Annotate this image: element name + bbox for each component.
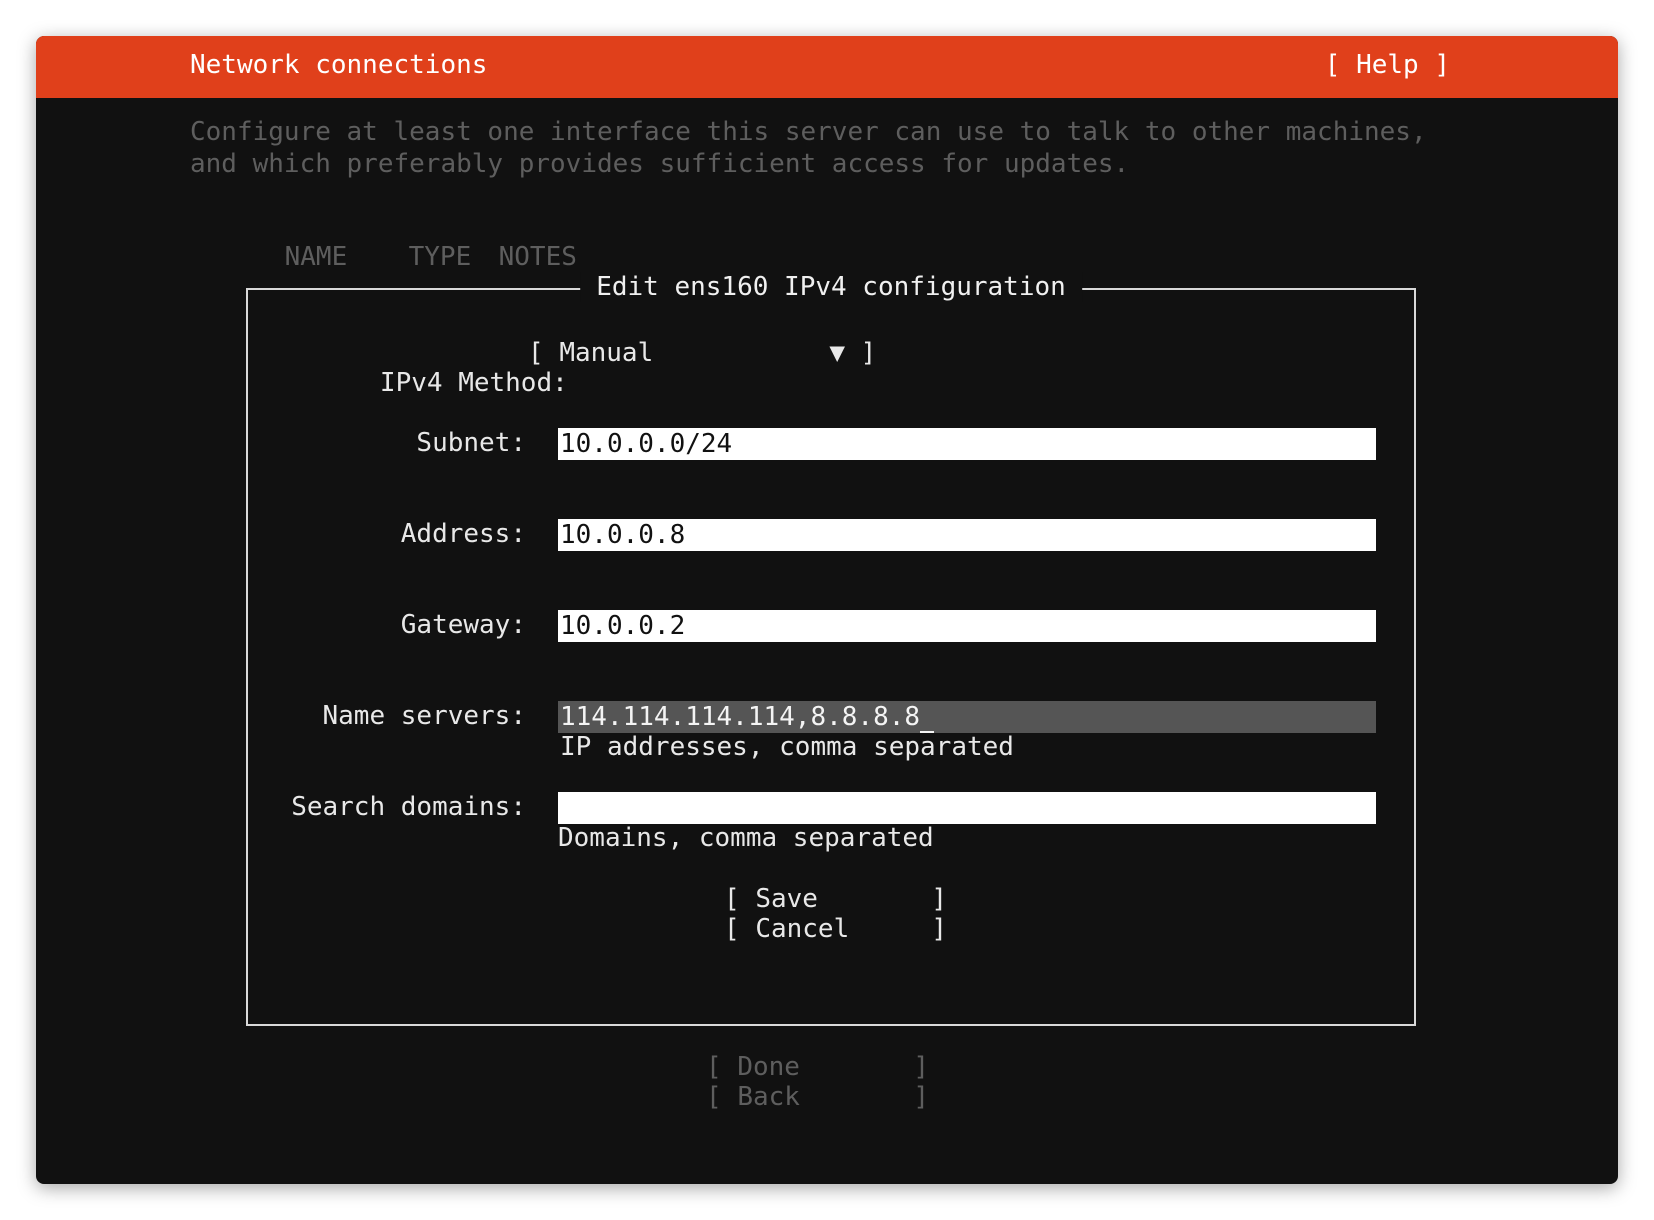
name-servers-label: Name servers: bbox=[322, 701, 527, 731]
done-button[interactable]: [ Done] bbox=[706, 1052, 929, 1082]
help-button[interactable]: [ Help ] bbox=[1325, 50, 1450, 80]
cancel-button-label: Cancel bbox=[755, 914, 850, 944]
back-button[interactable]: [ Back] bbox=[706, 1082, 929, 1112]
column-name: NAME bbox=[284, 242, 348, 272]
address-label: Address: bbox=[400, 519, 526, 549]
back-button-label: Back bbox=[737, 1082, 800, 1112]
subnet-field[interactable]: 10.0.0.0/24 bbox=[558, 428, 1376, 460]
save-button[interactable]: [ Save] bbox=[724, 884, 947, 914]
search-domains-hint: Domains, comma separated bbox=[558, 823, 934, 853]
method-close-bracket: ] bbox=[860, 338, 877, 368]
gateway-label: Gateway: bbox=[400, 610, 526, 640]
text-cursor bbox=[920, 710, 935, 733]
description-line-2: and which preferably provides sufficient… bbox=[190, 149, 1130, 179]
address-field[interactable]: 10.0.0.8 bbox=[558, 519, 1376, 551]
chevron-down-icon: ▼ bbox=[829, 338, 845, 368]
method-value: Manual bbox=[559, 338, 654, 368]
search-domains-field[interactable] bbox=[558, 792, 1376, 824]
header-bar: Network connections [ Help ] bbox=[36, 36, 1618, 98]
search-domains-label: Search domains: bbox=[291, 792, 526, 822]
ipv4-method-label: IPv4 Method: bbox=[379, 368, 568, 398]
description-line-1: Configure at least one interface this se… bbox=[190, 117, 1427, 147]
name-servers-hint: IP addresses, comma separated bbox=[560, 732, 1014, 762]
cancel-button[interactable]: [ Cancel] bbox=[724, 914, 947, 944]
name-servers-value: 114.114.114.114,8.8.8.8 bbox=[560, 702, 921, 732]
gateway-field[interactable]: 10.0.0.2 bbox=[558, 610, 1376, 642]
installer-window: Network connections [ Help ] Configure a… bbox=[36, 36, 1618, 1184]
ipv4-config-dialog: Edit ens160 IPv4 configuration IPv4 Meth… bbox=[246, 272, 1416, 1026]
description: Configure at least one interface this se… bbox=[190, 116, 1427, 180]
subnet-label: Subnet: bbox=[416, 428, 526, 458]
done-button-label: Done bbox=[737, 1052, 800, 1082]
column-notes: NOTES bbox=[498, 242, 577, 272]
page-title: Network connections bbox=[190, 50, 488, 80]
method-open-bracket: [ bbox=[528, 338, 544, 368]
save-button-label: Save bbox=[755, 884, 818, 914]
name-servers-field[interactable]: 114.114.114.114,8.8.8.8 bbox=[558, 701, 1376, 733]
dialog-title: Edit ens160 IPv4 configuration bbox=[580, 272, 1082, 302]
column-type: TYPE bbox=[408, 242, 472, 272]
ipv4-method-select[interactable]: [ Manual ▼ ] bbox=[528, 338, 876, 368]
